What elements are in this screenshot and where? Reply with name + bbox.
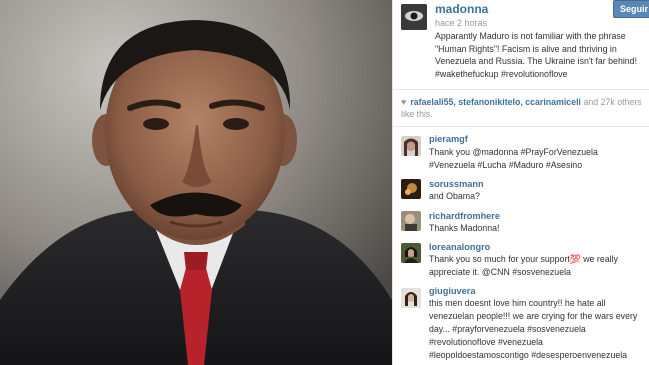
commenter-username[interactable]: pieramgf (429, 134, 468, 144)
commenter-avatar[interactable] (401, 136, 421, 156)
heart-icon[interactable]: ♥ (401, 97, 406, 109)
comment-text: this men doesnt love him country!! he ha… (429, 298, 638, 360)
commenter-username[interactable]: richardfromhere (429, 211, 500, 221)
commenter-avatar[interactable] (401, 288, 421, 308)
follow-button[interactable]: Seguir (612, 0, 649, 18)
comment-text: Thank you so much for your support💯 we r… (429, 254, 618, 277)
commenter-username[interactable]: giugiuvera (429, 286, 475, 296)
post-header: madonna hace 2 horas Seguir Apparantly M… (393, 0, 649, 86)
post-photo[interactable] (0, 0, 392, 365)
comment-text: and Obama? (429, 191, 480, 201)
post-timestamp: hace 2 horas (435, 18, 488, 28)
author-avatar[interactable] (401, 4, 427, 30)
author-username[interactable]: madonna (435, 2, 488, 16)
comment-text: Thanks Madonna! (429, 223, 500, 233)
portrait-image (0, 0, 392, 365)
post-detail-panel: madonna hace 2 horas Seguir Apparantly M… (392, 0, 649, 365)
post-caption: Apparantly Maduro is not familiar with t… (435, 31, 638, 79)
comment-text: Thank you @madonna #PrayForVenezuela #Ve… (429, 147, 598, 170)
likes-summary: ♥ rafaelali55, stefanonikitelo, ccarinami… (401, 97, 646, 120)
commenter-avatar[interactable] (401, 211, 421, 231)
divider (393, 126, 649, 127)
commenter-avatar[interactable] (401, 179, 421, 199)
commenter-username[interactable]: sorussmann (429, 179, 484, 189)
commenter-avatar[interactable] (401, 243, 421, 263)
likers-list[interactable]: rafaelali55, stefanonikitelo, ccarinamic… (410, 97, 581, 107)
divider (393, 89, 649, 90)
commenter-username[interactable]: loreanalongro (429, 242, 490, 252)
